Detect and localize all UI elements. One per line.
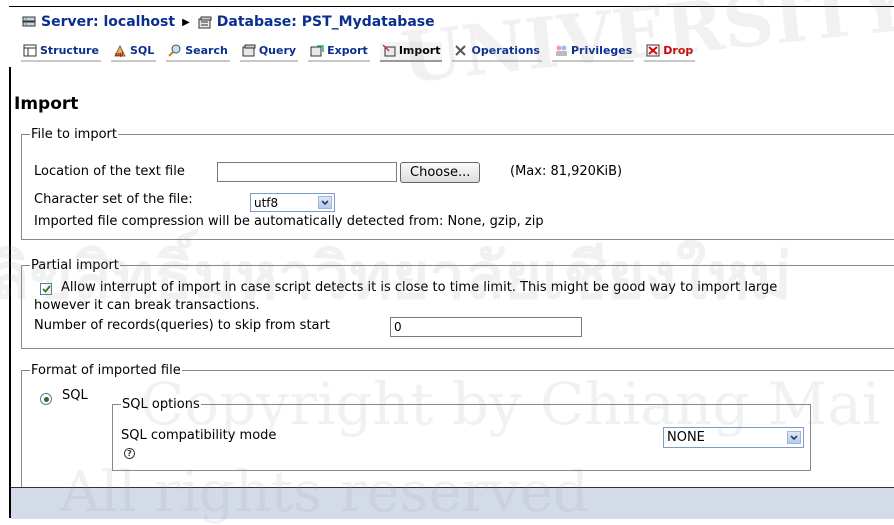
tab-label: Privileges (570, 44, 633, 57)
tab-export[interactable]: Export (308, 42, 370, 62)
structure-icon (23, 44, 37, 57)
search-icon (168, 44, 182, 57)
privileges-icon (554, 44, 568, 57)
svg-text:sql: sql (115, 52, 124, 57)
allow-interrupt-label-cont: however it can break transactions. (34, 298, 260, 313)
skip-records-input[interactable] (390, 317, 582, 337)
tab-search[interactable]: Search (166, 42, 230, 62)
location-label: Location of the text file (34, 164, 185, 179)
tab-privileges[interactable]: Privileges (551, 42, 635, 62)
breadcrumb-separator-icon: ▶ (182, 16, 190, 28)
radio-selected-dot (43, 396, 49, 402)
sql-format-label: SQL (62, 388, 88, 403)
sql-compat-select[interactable]: NONE (663, 427, 804, 448)
tab-label: Query (258, 44, 297, 57)
charset-select[interactable]: utf8 (250, 193, 335, 212)
allow-interrupt-checkbox[interactable] (40, 283, 52, 295)
file-location-input[interactable] (217, 162, 397, 182)
phpmyadmin-import-page: Server: localhost ▶ Database: PST_Mydata… (0, 0, 894, 525)
import-icon (382, 44, 396, 57)
help-icon[interactable]: ? (124, 448, 135, 459)
choose-file-button[interactable]: Choose... (400, 162, 481, 183)
tab-bar: Structure sql SQL Search Query Export Im… (21, 42, 696, 62)
operations-icon (454, 44, 468, 57)
database-link[interactable]: Database: PST_Mydatabase (217, 14, 435, 30)
tab-label: Structure (40, 44, 99, 57)
skip-records-label: Number of records(queries) to skip from … (34, 318, 330, 333)
query-icon (242, 44, 256, 57)
database-icon (198, 16, 212, 29)
compression-note: Imported file compression will be automa… (34, 214, 544, 229)
allow-interrupt-label: Allow interrupt of import in case script… (61, 280, 778, 295)
tab-drop[interactable]: Drop (644, 42, 696, 62)
fieldset-legend: Format of imported file (31, 363, 181, 378)
content-left-border (9, 67, 11, 518)
top-divider (9, 6, 894, 7)
max-size-label: (Max: 81,920KiB) (510, 164, 623, 179)
sql-compat-value: NONE (667, 430, 705, 445)
sql-format-radio[interactable] (40, 393, 52, 405)
fieldset-legend: Partial import (31, 258, 119, 273)
charset-value: utf8 (254, 195, 279, 210)
page-title: Import (14, 94, 79, 114)
export-icon (310, 44, 324, 57)
chevron-down-icon (318, 196, 332, 209)
tab-label: Operations (471, 44, 540, 57)
server-link[interactable]: Server: localhost (41, 14, 175, 30)
sql-icon: sql (113, 44, 127, 57)
server-icon (22, 16, 36, 29)
breadcrumb: Server: localhost ▶ Database: PST_Mydata… (22, 14, 435, 30)
tab-operations[interactable]: Operations (452, 42, 542, 62)
charset-label: Character set of the file: (34, 192, 193, 207)
tab-label: Import (398, 44, 441, 57)
tab-label: Export (327, 44, 368, 57)
sql-compat-label: SQL compatibility mode (121, 428, 277, 443)
fieldset-legend: File to import (31, 127, 117, 142)
tab-sql[interactable]: sql SQL (110, 42, 157, 62)
tab-label: Drop (663, 44, 694, 57)
footer-bar (11, 487, 894, 519)
tab-import[interactable]: Import (379, 42, 443, 62)
tab-structure[interactable]: Structure (21, 42, 101, 62)
fieldset-legend: SQL options (122, 397, 200, 412)
tab-label: Search (185, 44, 228, 57)
tab-query[interactable]: Query (239, 42, 299, 62)
drop-icon (646, 44, 660, 57)
chevron-down-icon (787, 431, 801, 444)
tab-label: SQL (129, 44, 155, 57)
